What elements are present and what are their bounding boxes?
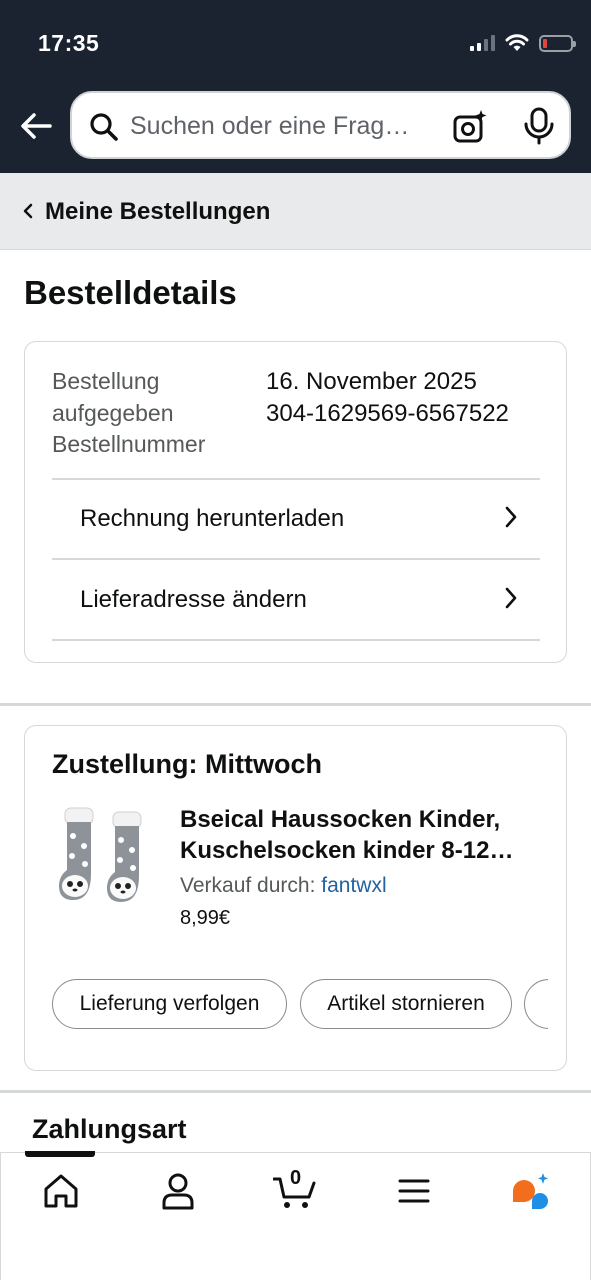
microphone-icon[interactable]	[522, 107, 556, 145]
account-icon[interactable]	[156, 1171, 200, 1211]
cart-button[interactable]: 0	[272, 1167, 317, 1211]
product-image[interactable]	[51, 804, 157, 912]
order-date: 16. November 2025	[266, 368, 477, 395]
order-number: 304-1629569-6567522	[266, 399, 509, 427]
delivery-card: Zustellung: Mittwoch Bseical Haussocken …	[24, 725, 567, 1071]
order-date-label-1: Bestellung	[52, 368, 160, 394]
download-invoice-link[interactable]: Rechnung herunterladen	[52, 480, 540, 558]
search-bar[interactable]: Suchen oder eine Frag…	[70, 91, 571, 159]
status-time: 17:35	[38, 30, 100, 56]
divider	[52, 558, 540, 560]
rufus-icon[interactable]	[507, 1171, 551, 1211]
product-title-line-1: Bseical Haussocken Kinder,	[180, 806, 501, 833]
more-actions-button[interactable]	[524, 979, 548, 1029]
order-date-label-2: aufgegeben	[52, 399, 174, 426]
bottom-nav: 0	[0, 1151, 591, 1280]
product-title[interactable]: Bseical Haussocken Kinder, Kuschelsocken…	[180, 804, 540, 866]
payment-section-title: Zahlungsart	[32, 1114, 187, 1144]
search-input[interactable]: Suchen oder eine Frag…	[130, 112, 409, 141]
order-info-labels: Bestellung aufgegeben Bestellnummer	[52, 366, 205, 461]
section-divider	[0, 703, 591, 706]
download-invoice-label: Rechnung herunterladen	[80, 505, 345, 532]
page-title: Bestelldetails	[24, 274, 237, 311]
product-price: 8,99€	[180, 907, 231, 929]
change-address-label: Lieferadresse ändern	[80, 586, 307, 613]
chevron-left-icon	[23, 203, 33, 219]
seller-prefix: Verkauf durch:	[180, 874, 316, 897]
divider	[52, 639, 540, 641]
breadcrumb[interactable]: Meine Bestellungen	[0, 173, 591, 250]
home-icon[interactable]	[39, 1171, 83, 1211]
wifi-icon	[505, 34, 529, 51]
chevron-right-icon	[505, 587, 517, 609]
change-address-link[interactable]: Lieferadresse ändern	[52, 561, 540, 639]
breadcrumb-label[interactable]: Meine Bestellungen	[45, 198, 270, 226]
cancel-item-button[interactable]: Artikel stornieren	[300, 979, 512, 1029]
order-actions: Lieferung verfolgen Artikel stornieren	[52, 979, 548, 1029]
active-tab-indicator	[25, 1151, 95, 1157]
chevron-right-icon	[505, 506, 517, 528]
battery-icon	[539, 34, 576, 52]
product-title-line-2: Kuschelsocken kinder 8-12…	[180, 837, 514, 864]
camera-search-icon[interactable]	[452, 109, 488, 145]
top-header: 17:35 Suchen oder eine Frag…	[0, 0, 591, 173]
menu-icon[interactable]	[392, 1171, 436, 1211]
order-info-card: Bestellung aufgegeben Bestellnummer 16. …	[24, 341, 567, 663]
order-number-label: Bestellnummer	[52, 431, 206, 457]
back-arrow-icon[interactable]	[18, 108, 54, 144]
seller-row: Verkauf durch: fantwxl	[180, 874, 387, 898]
track-delivery-button[interactable]: Lieferung verfolgen	[52, 979, 287, 1029]
delivery-title: Zustellung: Mittwoch	[52, 749, 322, 779]
order-info-values: 16. November 2025 304-1629569-6567522	[266, 366, 509, 429]
status-icons	[470, 30, 576, 56]
cell-signal-icon	[470, 35, 495, 51]
cart-count: 0	[290, 1167, 302, 1189]
seller-link[interactable]: fantwxl	[321, 874, 386, 897]
search-icon	[90, 113, 118, 141]
section-divider	[0, 1090, 591, 1093]
